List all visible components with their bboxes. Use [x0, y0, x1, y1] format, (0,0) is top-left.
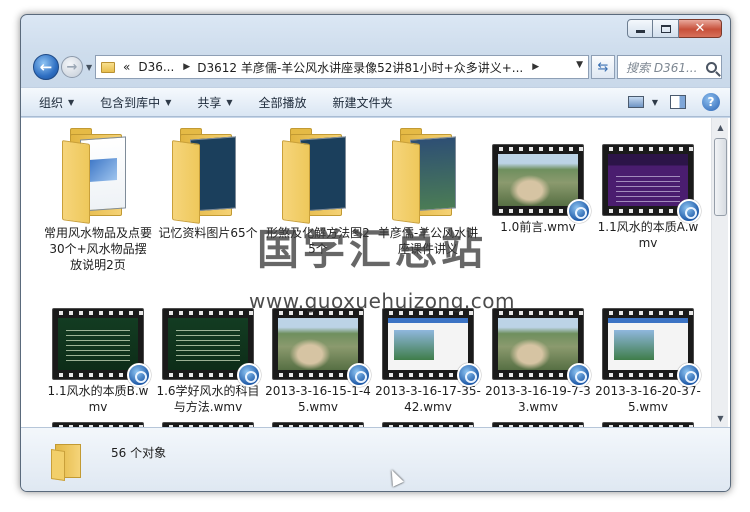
- video-thumbnail: [382, 308, 481, 387]
- forward-arrow-icon: →: [66, 59, 78, 75]
- video-thumbnail: [492, 308, 591, 387]
- play-all-button[interactable]: 全部播放: [259, 94, 307, 111]
- media-player-icon: [567, 363, 591, 387]
- video-file-item[interactable]: 1.0前言.wmv: [483, 124, 593, 235]
- breadcrumb-current[interactable]: D3612 羊彦儒-羊公风水讲座录像52讲81小时+众多讲义+...: [197, 59, 523, 76]
- folder-item[interactable]: 常用风水物品及点要30个+风水物品摆放说明2页: [43, 124, 153, 273]
- media-player-icon: [457, 363, 481, 387]
- media-player-icon: [127, 363, 151, 387]
- view-options-dropdown-icon[interactable]: ▼: [652, 98, 658, 107]
- breadcrumb-separator-icon[interactable]: ▶: [532, 62, 539, 72]
- video-file-item[interactable]: [153, 402, 263, 428]
- maximize-icon: [660, 24, 671, 33]
- scroll-up-icon[interactable]: ▲: [713, 120, 728, 135]
- toolbar-right: ▼ ?: [627, 93, 720, 111]
- video-file-item[interactable]: 1.6学好风水的科目与方法.wmv: [153, 288, 263, 415]
- video-file-item[interactable]: 2013-3-16-19-7-33.wmv: [483, 288, 593, 415]
- file-name: 形煞及化解方法图25个: [266, 226, 370, 256]
- search-icon[interactable]: [706, 61, 717, 73]
- close-button[interactable]: ✕: [679, 19, 722, 38]
- item-count: 56 个对象: [111, 446, 167, 460]
- share-menu[interactable]: 共享 ▼: [197, 94, 232, 111]
- recent-pages-dropdown[interactable]: ▼: [86, 63, 92, 72]
- video-file-item[interactable]: 2013-3-16-15-1-45.wmv: [263, 288, 373, 415]
- video-file-item[interactable]: [263, 402, 373, 428]
- file-name: 常用风水物品及点要30个+风水物品摆放说明2页: [44, 226, 153, 272]
- search-input[interactable]: 搜索 D361...: [626, 59, 697, 76]
- share-label: 共享: [197, 95, 222, 110]
- include-in-library-menu[interactable]: 包含到库中 ▼: [100, 94, 171, 111]
- file-name: 记忆资料图片65个: [158, 226, 258, 240]
- explorer-window: ✕ ← → ▼ « D36... ▶ D3612 羊彦儒-羊公风水讲座录像52讲…: [20, 14, 731, 492]
- video-file-item[interactable]: [373, 402, 483, 428]
- video-file-item[interactable]: 2013-3-16-17-35-42.wmv: [373, 288, 483, 415]
- new-folder-label: 新建文件夹: [332, 95, 393, 110]
- address-dropdown-icon[interactable]: ▼: [576, 60, 583, 70]
- video-file-item[interactable]: 1.1风水的本质B.wmv: [43, 288, 153, 415]
- search-box[interactable]: 搜索 D361...: [617, 55, 722, 79]
- video-thumbnail: [492, 144, 591, 223]
- folder-icon: [282, 124, 354, 224]
- file-name: 1.1风水的本质A.wmv: [597, 220, 699, 250]
- video-file-item[interactable]: 1.1风水的本质A.wmv: [593, 124, 703, 251]
- video-thumbnail: [602, 308, 701, 387]
- folder-item[interactable]: 羊彦儒-羊公风水讲座课件讲义: [373, 124, 483, 257]
- media-player-icon: [567, 199, 591, 223]
- folder-icon: [392, 124, 464, 224]
- file-name: 羊彦儒-羊公风水讲座课件讲义: [377, 226, 479, 256]
- media-player-icon: [677, 199, 701, 223]
- chevron-down-icon: ▼: [226, 97, 233, 107]
- folder-item[interactable]: 记忆资料图片65个: [153, 124, 263, 241]
- folder-icon: [51, 440, 83, 481]
- chevron-down-icon: ▼: [165, 97, 172, 107]
- breadcrumb-separator-icon[interactable]: ▶: [183, 62, 190, 72]
- folder-icon: [62, 124, 134, 224]
- organize-menu[interactable]: 组织 ▼: [39, 94, 74, 111]
- close-icon: ✕: [694, 21, 706, 36]
- caption-buttons: ✕: [627, 19, 722, 39]
- navigation-bar: ← → ▼ « D36... ▶ D3612 羊彦儒-羊公风水讲座录像52讲81…: [29, 53, 722, 83]
- video-thumbnail: [52, 308, 151, 387]
- video-thumbnail: [602, 144, 701, 223]
- preview-pane-icon[interactable]: [670, 95, 686, 109]
- video-file-item[interactable]: [593, 402, 703, 428]
- refresh-icon: ⇆: [597, 59, 609, 75]
- breadcrumb-overflow[interactable]: «: [123, 60, 130, 74]
- vertical-scrollbar[interactable]: ▲ ▼: [711, 118, 728, 428]
- back-arrow-icon: ←: [39, 58, 53, 76]
- breadcrumb-item[interactable]: D36...: [138, 60, 174, 74]
- video-thumbnail: [162, 308, 261, 387]
- folder-icon: [101, 61, 115, 73]
- media-player-icon: [677, 363, 701, 387]
- folder-item[interactable]: 形煞及化解方法图25个: [263, 124, 373, 257]
- back-button[interactable]: ←: [33, 54, 59, 80]
- command-bar: 组织 ▼ 包含到库中 ▼ 共享 ▼ 全部播放 新建文件夹 ▼ ?: [21, 87, 730, 117]
- minimize-icon: [635, 30, 645, 33]
- chevron-down-icon: ▼: [68, 97, 75, 107]
- include-in-library-label: 包含到库中: [100, 95, 161, 110]
- scrollbar-thumb[interactable]: [714, 138, 727, 216]
- video-thumbnail: [272, 308, 371, 387]
- address-bar[interactable]: « D36... ▶ D3612 羊彦儒-羊公风水讲座录像52讲81小时+众多讲…: [95, 55, 589, 79]
- media-player-icon: [237, 363, 261, 387]
- file-list: 常用风水物品及点要30个+风水物品摆放说明2页 记忆资料图片65个 形煞及化解方法图…: [21, 118, 730, 428]
- details-pane: 56 个对象: [21, 427, 730, 491]
- maximize-button[interactable]: [653, 19, 679, 38]
- minimize-button[interactable]: [627, 19, 653, 38]
- refresh-button[interactable]: ⇆: [591, 55, 615, 79]
- video-file-item[interactable]: 2013-3-16-20-37-5.wmv: [593, 288, 703, 415]
- scroll-down-icon[interactable]: ▼: [713, 411, 728, 426]
- forward-button[interactable]: →: [61, 56, 83, 78]
- new-folder-button[interactable]: 新建文件夹: [333, 94, 393, 111]
- organize-label: 组织: [39, 95, 64, 110]
- change-view-icon[interactable]: [627, 96, 644, 108]
- video-file-item[interactable]: [483, 402, 593, 428]
- video-file-item[interactable]: [43, 402, 153, 428]
- help-icon[interactable]: ?: [702, 93, 720, 111]
- play-all-label: 全部播放: [258, 95, 307, 110]
- media-player-icon: [347, 363, 371, 387]
- folder-icon: [172, 124, 244, 224]
